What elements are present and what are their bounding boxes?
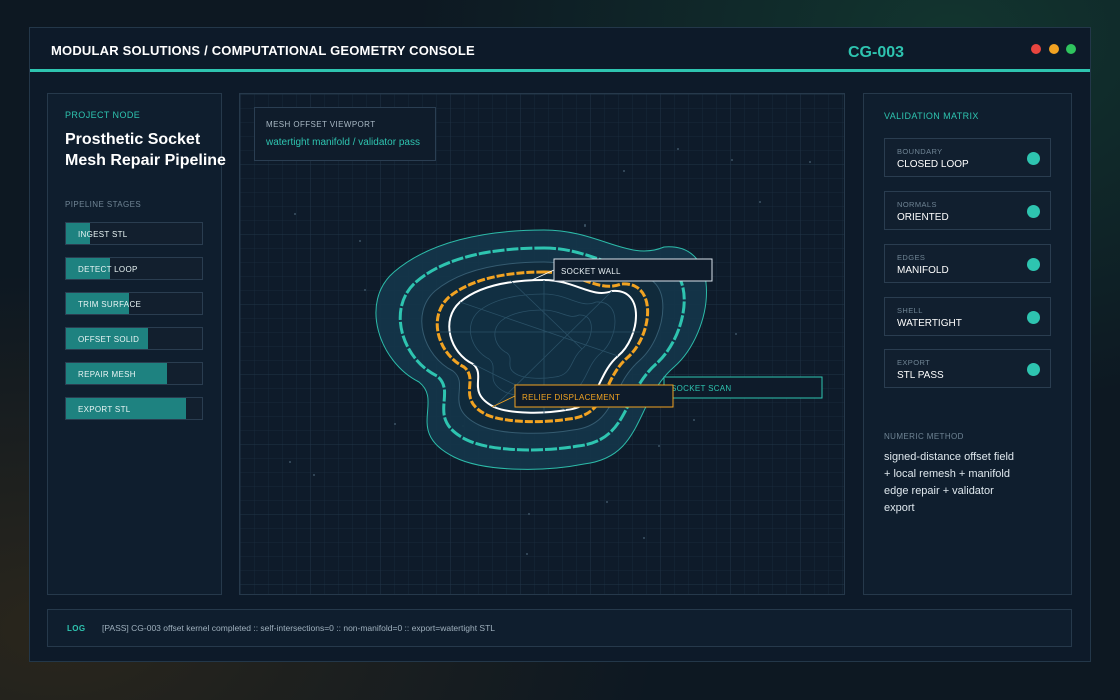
- project-title: Prosthetic Socket Mesh Repair Pipeline: [65, 129, 235, 171]
- project-panel: PROJECT NODE Prosthetic Socket Mesh Repa…: [47, 93, 226, 595]
- stage-label: DETECT LOOP: [78, 265, 138, 274]
- validation-panel: VALIDATION MATRIX BOUNDARY CLOSED LOOP N…: [863, 93, 1072, 595]
- status-dot-icon: [1027, 258, 1040, 271]
- minimize-icon[interactable]: [1049, 44, 1059, 54]
- close-icon[interactable]: [1031, 44, 1041, 54]
- check-value: STL PASS: [897, 370, 944, 381]
- check-export[interactable]: EXPORT STL PASS: [884, 349, 1051, 388]
- console-window: MODULAR SOLUTIONS / COMPUTATIONAL GEOMET…: [29, 27, 1091, 662]
- check-edges[interactable]: EDGES MANIFOLD: [884, 244, 1051, 283]
- viewport-title: MESH OFFSET VIEWPORT: [266, 120, 376, 129]
- check-value: ORIENTED: [897, 212, 949, 223]
- project-title-line-1: Prosthetic Socket: [65, 131, 201, 148]
- log-label: LOG: [67, 624, 86, 633]
- check-value: CLOSED LOOP: [897, 159, 969, 170]
- check-key: SHELL: [897, 306, 923, 315]
- stage-label: REPAIR MESH: [78, 370, 136, 379]
- pipeline-stages-label: PIPELINE STAGES: [65, 200, 142, 209]
- console-id: CG-003: [848, 44, 905, 61]
- method-line: + local remesh + manifold: [884, 468, 1010, 480]
- maximize-icon[interactable]: [1066, 44, 1076, 54]
- stage-repair-mesh[interactable]: REPAIR MESH: [65, 362, 203, 385]
- status-dot-icon: [1027, 205, 1040, 218]
- validation-matrix-label: VALIDATION MATRIX: [884, 111, 979, 121]
- viewport-subtitle: watertight manifold / validator pass: [266, 137, 420, 148]
- method-line: edge repair + validator: [884, 485, 994, 497]
- check-normals[interactable]: NORMALS ORIENTED: [884, 191, 1051, 230]
- status-dot-icon: [1027, 152, 1040, 165]
- check-boundary[interactable]: BOUNDARY CLOSED LOOP: [884, 138, 1051, 177]
- callout-socket-wall[interactable]: SOCKET WALL: [531, 258, 713, 282]
- window-title: MODULAR SOLUTIONS / COMPUTATIONAL GEOMET…: [51, 43, 475, 58]
- check-key: BOUNDARY: [897, 147, 943, 156]
- stage-label: INGEST STL: [78, 230, 128, 239]
- method-line: signed-distance offset field: [884, 451, 1015, 463]
- stage-ingest-stl[interactable]: INGEST STL: [65, 222, 203, 245]
- log-panel: LOG [PASS] CG-003 offset kernel complete…: [47, 609, 1072, 647]
- status-dot-icon: [1027, 311, 1040, 324]
- stage-export-stl[interactable]: EXPORT STL: [65, 397, 203, 420]
- numeric-method-text: signed-distance offset field + local rem…: [884, 449, 1064, 517]
- callout-socket-wall-label: SOCKET WALL: [561, 267, 621, 276]
- mesh-viewport[interactable]: SOCKET WALL SOCKET SCAN RELIEF DISPLACEM…: [239, 93, 845, 595]
- stage-trim-surface[interactable]: TRIM SURFACE: [65, 292, 203, 315]
- check-value: WATERTIGHT: [897, 318, 962, 329]
- check-value: MANIFOLD: [897, 265, 949, 276]
- check-key: NORMALS: [897, 200, 937, 209]
- viewport-info-box: MESH OFFSET VIEWPORT watertight manifold…: [254, 107, 436, 161]
- callout-socket-scan-label: SOCKET SCAN: [671, 384, 732, 393]
- project-node-label: PROJECT NODE: [65, 110, 141, 120]
- numeric-method-label: NUMERIC METHOD: [884, 432, 964, 441]
- mesh-canvas[interactable]: SOCKET WALL SOCKET SCAN RELIEF DISPLACEM…: [240, 94, 845, 595]
- stage-label: TRIM SURFACE: [78, 300, 142, 309]
- stage-label: EXPORT STL: [78, 405, 131, 414]
- stage-offset-solid[interactable]: OFFSET SOLID: [65, 327, 203, 350]
- callout-relief-displacement-label: RELIEF DISPLACEMENT: [522, 393, 620, 402]
- titlebar: MODULAR SOLUTIONS / COMPUTATIONAL GEOMET…: [30, 28, 1090, 72]
- method-line: export: [884, 502, 915, 514]
- status-dot-icon: [1027, 363, 1040, 376]
- check-key: EXPORT: [897, 358, 931, 367]
- stage-label: OFFSET SOLID: [78, 335, 140, 344]
- check-shell[interactable]: SHELL WATERTIGHT: [884, 297, 1051, 336]
- log-text: [PASS] CG-003 offset kernel completed ::…: [102, 623, 496, 633]
- project-title-line-2: Mesh Repair Pipeline: [65, 152, 226, 169]
- callout-relief-displacement[interactable]: RELIEF DISPLACEMENT: [491, 384, 674, 408]
- stage-detect-loop[interactable]: DETECT LOOP: [65, 257, 203, 280]
- check-key: EDGES: [897, 253, 926, 262]
